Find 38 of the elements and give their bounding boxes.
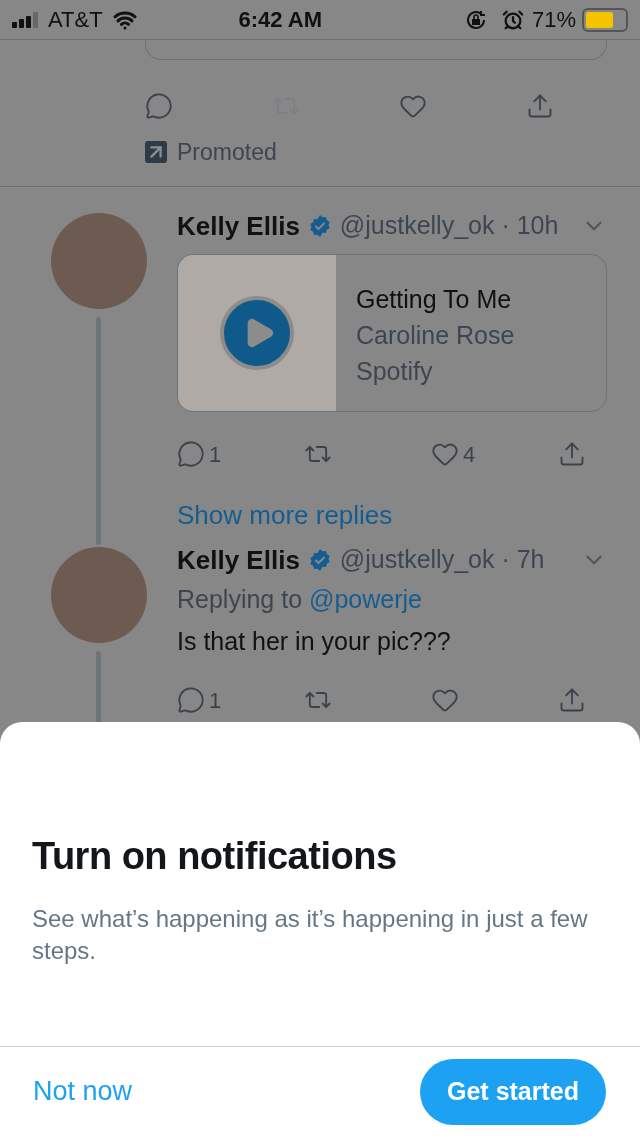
share-button[interactable] <box>558 686 586 714</box>
verified-badge-icon <box>307 214 332 238</box>
sheet-title: Turn on notifications <box>31 834 398 879</box>
not-now-button[interactable]: Not now <box>33 1071 133 1112</box>
speech-bubble-icon <box>145 92 173 120</box>
verified-badge-icon <box>307 548 332 572</box>
speech-bubble-icon <box>177 686 205 714</box>
battery-percent: 71% <box>531 6 576 34</box>
speech-bubble-button[interactable] <box>145 92 173 120</box>
handle-time: @justkelly_ok · 7h <box>339 544 545 576</box>
battery-icon <box>582 7 628 32</box>
share-button[interactable] <box>526 92 554 120</box>
promoted-icon <box>145 141 167 163</box>
show-more-replies-link[interactable]: Show more replies <box>177 496 607 535</box>
share-icon <box>526 92 554 120</box>
replying-to-text: Replying to @powerje <box>177 584 423 615</box>
display-name[interactable]: Kelly Ellis <box>177 206 300 246</box>
speech-bubble-button[interactable]: 1 <box>177 683 222 717</box>
share-icon <box>558 686 586 714</box>
promoted-label: Promoted <box>177 137 277 167</box>
artist-name: Caroline Rose <box>356 320 515 351</box>
handle-time: @justkelly_ok · 10h <box>339 210 559 242</box>
tweet-text: Is that her in your pic??? <box>177 625 452 657</box>
alarm-icon <box>501 8 524 31</box>
share-icon <box>558 440 586 468</box>
heart-button[interactable]: 4 <box>431 437 476 471</box>
speech-bubble-button[interactable]: 1 <box>177 437 222 471</box>
source-name: Spotify <box>356 356 434 387</box>
get-started-button[interactable]: Get started <box>420 1058 606 1125</box>
track-title: Getting To Me <box>356 284 513 315</box>
sheet-description: See what’s happening as it’s happening in just a few steps. <box>32 904 589 966</box>
mention-link[interactable]: @powerje <box>309 585 422 613</box>
music-card[interactable]: Getting To Me Caroline Rose Spotify <box>177 254 607 412</box>
carrier-name: AT&T <box>48 6 103 34</box>
display-name[interactable]: Kelly Ellis <box>177 540 300 580</box>
clock-time: 6:42 AM <box>237 6 324 34</box>
share-button[interactable] <box>558 440 586 468</box>
speech-bubble-icon <box>177 440 205 468</box>
